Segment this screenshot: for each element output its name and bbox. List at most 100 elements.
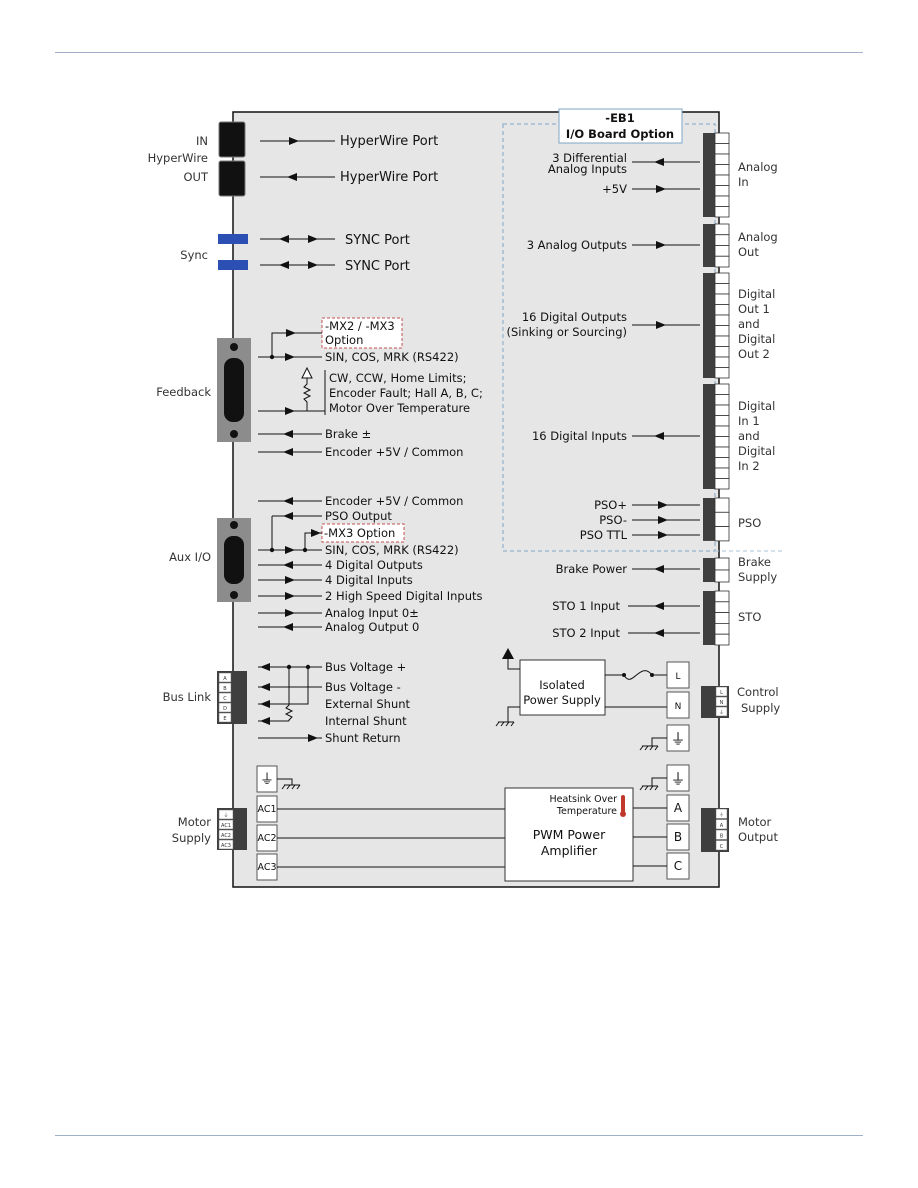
feedback-limits-line2: Encoder Fault; Hall A, B, C; bbox=[329, 386, 483, 400]
heatsink-line2: Temperature bbox=[556, 806, 617, 817]
bus-link-pin-label: B bbox=[223, 686, 227, 692]
sync-label: Sync bbox=[180, 248, 208, 262]
sto-connector bbox=[703, 591, 715, 645]
pso-pin bbox=[714, 511, 730, 527]
hyperwire-in-connector bbox=[218, 121, 246, 158]
external-shunt: External Shunt bbox=[325, 697, 411, 711]
psu-line2: Power Supply bbox=[523, 693, 601, 707]
hyperwire-out-connector bbox=[218, 160, 246, 197]
digital-in-label-1: Digital bbox=[738, 399, 775, 413]
digital-out-connector bbox=[703, 273, 715, 378]
internal-shunt: Internal Shunt bbox=[325, 714, 407, 728]
pso-plus: PSO+ bbox=[594, 498, 627, 512]
aux-hs-in: 2 High Speed Digital Inputs bbox=[325, 589, 483, 603]
sto-pin bbox=[714, 633, 730, 646]
digital-out-pin bbox=[714, 346, 730, 358]
motor-output-pin-label: B bbox=[720, 834, 724, 840]
control-supply-pin-label: L bbox=[720, 690, 723, 696]
analog-out-pin bbox=[714, 234, 730, 246]
analog-out-connector bbox=[703, 224, 715, 267]
dig-out-line1: 16 Digital Outputs bbox=[522, 310, 627, 324]
analog-out-label-2: Out bbox=[738, 245, 759, 259]
control-supply-label-2: Supply bbox=[741, 701, 780, 715]
digital-in-pin bbox=[714, 394, 730, 406]
digital-in-label-2: In 1 bbox=[738, 414, 760, 428]
digital-out-label-1: Digital bbox=[738, 287, 775, 301]
terminal-label: N bbox=[675, 702, 682, 712]
ac-terminal-label: AC2 bbox=[257, 833, 276, 844]
digital-out-pin bbox=[714, 314, 730, 326]
ground-icon: ⏚ bbox=[670, 770, 685, 788]
digital-in-pin bbox=[714, 467, 730, 479]
brake-power: Brake Power bbox=[556, 562, 628, 576]
digital-in-label-5: In 2 bbox=[738, 459, 760, 473]
motor-supply-label-2: Supply bbox=[172, 831, 211, 845]
motor-output-pin-label: C bbox=[720, 844, 724, 850]
analog-in-pin bbox=[714, 185, 730, 197]
digital-out-pin bbox=[714, 304, 730, 316]
analog-in-pin bbox=[714, 164, 730, 176]
digital-in-pin bbox=[714, 457, 730, 469]
control-supply-pin-label: ⏚ bbox=[719, 709, 724, 716]
digital-out-pin bbox=[714, 335, 730, 347]
motor-output-label-1: Motor bbox=[738, 815, 772, 829]
thermometer-icon bbox=[621, 795, 625, 813]
control-supply-label-1: Control bbox=[737, 685, 779, 699]
terminal-label: A bbox=[674, 801, 683, 815]
sto1-input: STO 1 Input bbox=[552, 599, 620, 613]
bus-link-pins: ABCDE bbox=[218, 672, 232, 723]
digital-out-label-4: Digital bbox=[738, 332, 775, 346]
analog-out-pin bbox=[714, 255, 730, 268]
feedback-screw-top bbox=[230, 343, 238, 351]
digital-out-pin bbox=[714, 293, 730, 305]
diff-in-line2: Analog Inputs bbox=[548, 162, 627, 176]
digital-out-pin bbox=[714, 325, 730, 337]
analog-in-connector bbox=[703, 133, 715, 217]
pso-connector bbox=[703, 498, 715, 541]
feedback-encoder: Encoder +5V / Common bbox=[325, 445, 463, 459]
digital-in-pin bbox=[714, 436, 730, 448]
brake-supply-label-1: Brake bbox=[738, 555, 771, 569]
analog-in-pin bbox=[714, 143, 730, 155]
aux-dig-out: 4 Digital Outputs bbox=[325, 558, 423, 572]
brake-supply-label-2: Supply bbox=[738, 570, 777, 584]
sto2-input: STO 2 Input bbox=[552, 626, 620, 640]
pso-minus: PSO- bbox=[599, 513, 627, 527]
bus-link-pin-label: C bbox=[223, 696, 227, 702]
eb1-title: -EB1 bbox=[605, 111, 634, 125]
sto-pin bbox=[714, 590, 730, 603]
digital-out-label-3: and bbox=[738, 317, 760, 331]
mx2-mx3-option-line1: -MX2 / -MX3 bbox=[325, 319, 395, 333]
brake-supply-pin bbox=[714, 569, 730, 583]
pwm-line2: Amplifier bbox=[541, 843, 598, 858]
analog-in-label-1: Analog bbox=[738, 160, 778, 174]
feedback-limits-line3: Motor Over Temperature bbox=[329, 401, 470, 415]
hyperwire-label: HyperWire bbox=[148, 151, 208, 165]
sync-port-2: SYNC Port bbox=[345, 259, 410, 274]
bus-link-label: Bus Link bbox=[163, 690, 212, 704]
motor-supply-pin-label: AC2 bbox=[221, 833, 231, 839]
dig-out-line2: (Sinking or Sourcing) bbox=[507, 325, 627, 339]
bus-voltage-minus: Bus Voltage - bbox=[325, 680, 401, 694]
terminal-label: L bbox=[675, 672, 680, 682]
hyperwire-in-label: IN bbox=[196, 134, 208, 148]
feedback-label: Feedback bbox=[156, 385, 211, 399]
bus-link-pin-label: E bbox=[223, 716, 226, 722]
eb1-subtitle: I/O Board Option bbox=[566, 127, 674, 141]
sto-pin bbox=[714, 623, 730, 635]
sto-pin bbox=[714, 612, 730, 624]
pwm-line1: PWM Power bbox=[533, 827, 606, 842]
digital-in-pin bbox=[714, 446, 730, 458]
analog-out-pin bbox=[714, 245, 730, 257]
motor-supply-pin-label: AC1 bbox=[221, 823, 231, 829]
digital-out-label-2: Out 1 bbox=[738, 302, 770, 316]
terminal-label: B bbox=[674, 830, 682, 844]
sto-label: STO bbox=[738, 610, 761, 624]
control-supply-pin-label: N bbox=[720, 700, 724, 706]
thermometer-bulb bbox=[620, 811, 626, 817]
feedback-screw-bottom bbox=[230, 430, 238, 438]
sto-pin bbox=[714, 601, 730, 613]
analog-in-pin bbox=[714, 206, 730, 218]
digital-in-label-4: Digital bbox=[738, 444, 775, 458]
aux-analog-in: Analog Input 0± bbox=[325, 606, 419, 620]
